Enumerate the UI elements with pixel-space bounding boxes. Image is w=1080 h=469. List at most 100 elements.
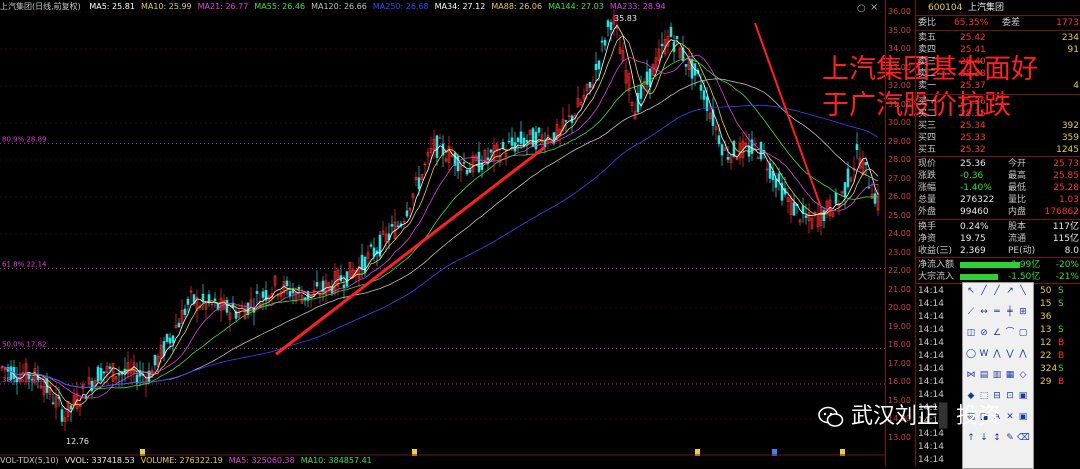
stock-code: 600104 <box>928 3 963 13</box>
drawing-tool-icon[interactable]: ◇ <box>1017 369 1029 381</box>
price-axis: 36.00 35.00 34.00 33.00 32.00 31.00 30.00 29.00… <box>885 0 916 467</box>
stat2-row-cell: 0.24% <box>960 222 989 232</box>
price-tick: 23.00 <box>888 247 911 257</box>
candle-body <box>732 140 736 157</box>
drawing-tool-icon[interactable]: ⋈ <box>965 369 977 381</box>
candle-body <box>537 127 541 133</box>
buy-row-cell: 392 <box>1061 121 1079 131</box>
candle-body <box>165 334 169 342</box>
flow-bar <box>960 262 1020 268</box>
weibi-label: 委比 <box>918 18 937 28</box>
drawing-tool-icon[interactable]: ⟋ <box>965 306 977 318</box>
drawing-tool-icon[interactable]: ╪ <box>1004 306 1016 318</box>
buy-row-cell: 25.36 <box>960 97 986 107</box>
candle-body <box>690 58 694 79</box>
drawing-tool-icon[interactable]: ⊡ <box>1004 390 1016 402</box>
candle-body <box>213 298 217 302</box>
candle-body <box>9 366 13 380</box>
tick-volume: 12 <box>1040 338 1052 348</box>
sell-row-cell: 25.38 <box>960 69 986 79</box>
candle-body <box>702 90 706 100</box>
drawing-tool-icon[interactable]: ↖ <box>965 285 977 297</box>
drawing-tool-icon[interactable]: ╲ <box>1017 285 1029 297</box>
stat-row-cell: 最低 <box>1008 183 1027 193</box>
weibi-row: 委比 65.35% 委差 1773 <box>918 17 1079 29</box>
tick-side: S <box>1058 286 1064 296</box>
candle-body <box>609 22 613 31</box>
downtrend-line <box>754 22 821 205</box>
drawing-tool-icon[interactable]: ∠ <box>991 327 1003 339</box>
drawing-tool-icon[interactable]: ◯ <box>965 348 977 360</box>
drawing-tool-icon[interactable]: W <box>978 348 990 360</box>
drawing-tool-icon[interactable]: ⌒ <box>1004 327 1016 339</box>
drawing-tool-icon[interactable]: ═ <box>991 306 1003 318</box>
candle-body <box>183 308 187 316</box>
candle-body <box>486 157 490 161</box>
tick-volume: 36 <box>1040 312 1052 322</box>
drawing-tool-icon[interactable]: ╱ <box>978 285 990 297</box>
kline-chart[interactable]: 80.9% 28.89 61.8% 22.14 50.0% 17.82 38.2% 1… <box>0 0 1038 467</box>
drawing-tool-icon[interactable]: ⋀ <box>991 348 1003 360</box>
drawing-tool-icon[interactable]: ⋁ <box>1004 348 1016 360</box>
candle-body <box>69 405 73 410</box>
drawing-tool-icon[interactable]: ▣ <box>1017 411 1029 423</box>
drawing-tool-icon[interactable]: ⊘ <box>978 327 990 339</box>
drawing-tool-icon[interactable]: ▣ <box>1017 390 1029 402</box>
drawing-tool-icon[interactable]: ↔ <box>978 306 990 318</box>
stat2-row-cell: 115亿 <box>1052 234 1079 244</box>
sell-row-cell: 25.37 <box>960 81 986 91</box>
stat2-row-cell: 净资 <box>918 234 937 244</box>
candle-body <box>186 298 190 305</box>
flow-row-cell: -21% <box>1055 272 1079 282</box>
price-tick: 34.00 <box>888 44 911 53</box>
stat2-row-cell: 股本 <box>1008 222 1027 232</box>
candle-body <box>603 39 607 46</box>
fib-label: 80.9% 28.89 <box>2 136 47 144</box>
drawing-tool-icon[interactable]: ⌫ <box>1017 432 1030 444</box>
drawing-tool-icon[interactable]: ⋀ <box>1017 348 1029 360</box>
volume-legend-item: VVOL: 337418.53 <box>64 456 135 465</box>
price-tick: 30.00 <box>888 118 911 127</box>
drawing-tool-icon[interactable]: ✕ <box>1004 411 1016 423</box>
stat-row-cell: 276322 <box>960 195 995 205</box>
candle-body <box>60 409 64 422</box>
stat2-row: 换手 0.24% 股本 117亿 <box>918 221 1079 233</box>
drawing-tool-icon[interactable]: ↗ <box>1004 285 1016 297</box>
drawing-tool-icon[interactable]: ▦ <box>1004 369 1016 381</box>
sell-row-cell: 4 <box>1073 81 1079 91</box>
watermark-text-2: 投资 <box>955 404 1000 429</box>
ma-line <box>1 78 879 388</box>
candle-body <box>600 40 604 43</box>
candle-body <box>804 215 808 218</box>
buy-row: 买四 25.33 359 <box>918 132 1079 144</box>
price-tick: 33.00 <box>888 62 911 72</box>
drawing-toolbox[interactable]: ↖ ╱ ╱ ↗ ╲ ⟋ ↔ ═ ╪ ⊞ ◫ ⊘ ∠ ⌒ ▢ ◯ W ⋀ ⋁ ⋀ ⋈ ▤ ▥ ▦ ◇ ◆ ⬚ ⊟ ⊡ ▣ ▨ ◪ A ✕ ▣ ↑ ↓ ↕ ✎ ⌫ <box>962 282 1034 469</box>
candle-body <box>51 402 55 404</box>
stat-row-cell: 25.28 <box>1053 183 1079 193</box>
buy-row: 买三 25.34 392 <box>918 120 1079 132</box>
candle-body <box>774 178 778 188</box>
close-icon[interactable]: × <box>870 2 878 13</box>
fib-label: 61.8% 22.14 <box>2 260 47 268</box>
drawing-tool-icon[interactable]: ✎ <box>1004 432 1016 444</box>
drawing-tool-icon[interactable]: ⊞ <box>1017 306 1029 318</box>
drawing-tool-icon[interactable]: ▥ <box>991 369 1003 381</box>
candle-body <box>135 374 139 384</box>
price-tick: 28.00 <box>888 155 911 164</box>
stat-row-cell: 25.85 <box>1053 171 1079 181</box>
candle-body <box>639 84 643 99</box>
candle-body <box>699 84 703 91</box>
tick-side: B <box>1058 377 1065 387</box>
drawing-tool-icon[interactable]: ╱ <box>991 285 1003 297</box>
drawing-tool-icon[interactable]: ▢ <box>1017 327 1029 339</box>
candle-body <box>108 366 112 369</box>
candle-body <box>405 210 409 217</box>
buy-row-cell: 359 <box>1061 133 1079 143</box>
kline-svg[interactable]: 80.9% 28.89 61.8% 22.14 50.0% 17.82 38.2% 1… <box>0 0 885 467</box>
minimize-icon[interactable]: ○ <box>857 3 866 14</box>
candle-body <box>30 379 34 381</box>
drawing-tool-icon[interactable]: ◫ <box>965 327 977 339</box>
price-tick: 32.00 <box>888 81 911 90</box>
buy-row-cell: 买一 <box>918 97 937 107</box>
drawing-tool-icon[interactable]: ▤ <box>978 369 990 381</box>
